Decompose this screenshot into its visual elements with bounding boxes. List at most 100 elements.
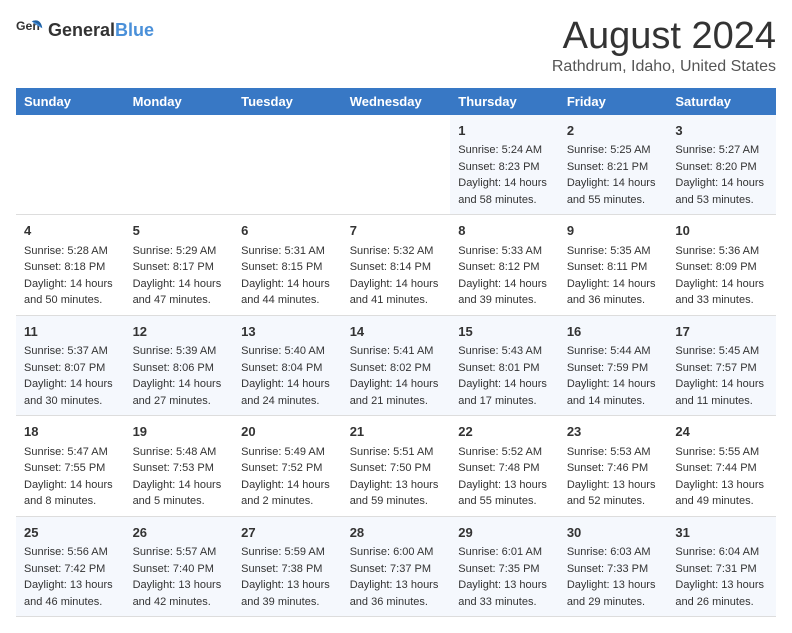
daylight-text: Daylight: 14 hours and 41 minutes.	[350, 278, 439, 307]
week-row-4: 18Sunrise: 5:47 AMSunset: 7:55 PMDayligh…	[16, 416, 776, 517]
logo-text-blue: Blue	[115, 20, 154, 40]
sunset-text: Sunset: 7:59 PM	[567, 362, 648, 374]
day-number: 5	[133, 221, 226, 241]
sunrise-text: Sunrise: 5:59 AM	[241, 546, 325, 558]
daylight-text: Daylight: 14 hours and 36 minutes.	[567, 278, 656, 307]
sunrise-text: Sunrise: 5:35 AM	[567, 245, 651, 257]
day-cell: 25Sunrise: 5:56 AMSunset: 7:42 PMDayligh…	[16, 516, 125, 617]
sunrise-text: Sunrise: 5:49 AM	[241, 446, 325, 458]
sunrise-text: Sunrise: 5:48 AM	[133, 446, 217, 458]
day-cell: 23Sunrise: 5:53 AMSunset: 7:46 PMDayligh…	[559, 416, 668, 517]
sunrise-text: Sunrise: 5:28 AM	[24, 245, 108, 257]
sunrise-text: Sunrise: 5:29 AM	[133, 245, 217, 257]
sunset-text: Sunset: 8:12 PM	[458, 261, 539, 273]
column-header-thursday: Thursday	[450, 88, 559, 115]
day-cell: 16Sunrise: 5:44 AMSunset: 7:59 PMDayligh…	[559, 315, 668, 416]
sunset-text: Sunset: 8:14 PM	[350, 261, 431, 273]
daylight-text: Daylight: 13 hours and 42 minutes.	[133, 579, 222, 608]
logo-text-general: General	[48, 20, 115, 40]
day-number: 20	[241, 422, 334, 442]
day-number: 26	[133, 523, 226, 543]
daylight-text: Daylight: 14 hours and 11 minutes.	[675, 378, 764, 407]
daylight-text: Daylight: 13 hours and 33 minutes.	[458, 579, 547, 608]
sunset-text: Sunset: 7:40 PM	[133, 563, 214, 575]
day-number: 31	[675, 523, 768, 543]
daylight-text: Daylight: 13 hours and 46 minutes.	[24, 579, 113, 608]
daylight-text: Daylight: 13 hours and 59 minutes.	[350, 479, 439, 508]
day-number: 11	[24, 322, 117, 342]
day-cell: 14Sunrise: 5:41 AMSunset: 8:02 PMDayligh…	[342, 315, 451, 416]
column-header-tuesday: Tuesday	[233, 88, 342, 115]
main-title: August 2024	[552, 16, 776, 58]
day-number: 22	[458, 422, 551, 442]
sunset-text: Sunset: 7:48 PM	[458, 462, 539, 474]
week-row-5: 25Sunrise: 5:56 AMSunset: 7:42 PMDayligh…	[16, 516, 776, 617]
day-number: 12	[133, 322, 226, 342]
column-header-friday: Friday	[559, 88, 668, 115]
sunrise-text: Sunrise: 5:25 AM	[567, 144, 651, 156]
sunset-text: Sunset: 8:01 PM	[458, 362, 539, 374]
header-row: SundayMondayTuesdayWednesdayThursdayFrid…	[16, 88, 776, 115]
daylight-text: Daylight: 14 hours and 2 minutes.	[241, 479, 330, 508]
sunrise-text: Sunrise: 6:04 AM	[675, 546, 759, 558]
sunset-text: Sunset: 7:42 PM	[24, 563, 105, 575]
sunset-text: Sunset: 8:21 PM	[567, 161, 648, 173]
day-number: 8	[458, 221, 551, 241]
sunrise-text: Sunrise: 5:39 AM	[133, 345, 217, 357]
sunset-text: Sunset: 7:37 PM	[350, 563, 431, 575]
sunset-text: Sunset: 8:11 PM	[567, 261, 648, 273]
day-number: 25	[24, 523, 117, 543]
sunrise-text: Sunrise: 5:51 AM	[350, 446, 434, 458]
daylight-text: Daylight: 14 hours and 24 minutes.	[241, 378, 330, 407]
sunset-text: Sunset: 8:15 PM	[241, 261, 322, 273]
day-number: 29	[458, 523, 551, 543]
day-number: 30	[567, 523, 660, 543]
daylight-text: Daylight: 14 hours and 55 minutes.	[567, 177, 656, 206]
column-header-monday: Monday	[125, 88, 234, 115]
sunrise-text: Sunrise: 5:57 AM	[133, 546, 217, 558]
day-cell	[125, 115, 234, 215]
day-cell	[233, 115, 342, 215]
week-row-2: 4Sunrise: 5:28 AMSunset: 8:18 PMDaylight…	[16, 215, 776, 316]
day-number: 18	[24, 422, 117, 442]
page-header: Gen GeneralBlue August 2024 Rathdrum, Id…	[16, 16, 776, 76]
day-cell: 1Sunrise: 5:24 AMSunset: 8:23 PMDaylight…	[450, 115, 559, 215]
sunrise-text: Sunrise: 5:43 AM	[458, 345, 542, 357]
daylight-text: Daylight: 14 hours and 5 minutes.	[133, 479, 222, 508]
sunrise-text: Sunrise: 5:45 AM	[675, 345, 759, 357]
day-cell: 21Sunrise: 5:51 AMSunset: 7:50 PMDayligh…	[342, 416, 451, 517]
day-cell: 31Sunrise: 6:04 AMSunset: 7:31 PMDayligh…	[667, 516, 776, 617]
sunset-text: Sunset: 8:18 PM	[24, 261, 105, 273]
day-cell: 22Sunrise: 5:52 AMSunset: 7:48 PMDayligh…	[450, 416, 559, 517]
day-cell: 27Sunrise: 5:59 AMSunset: 7:38 PMDayligh…	[233, 516, 342, 617]
sunset-text: Sunset: 8:06 PM	[133, 362, 214, 374]
day-cell: 18Sunrise: 5:47 AMSunset: 7:55 PMDayligh…	[16, 416, 125, 517]
week-row-3: 11Sunrise: 5:37 AMSunset: 8:07 PMDayligh…	[16, 315, 776, 416]
sunrise-text: Sunrise: 6:03 AM	[567, 546, 651, 558]
day-cell	[342, 115, 451, 215]
day-number: 27	[241, 523, 334, 543]
day-number: 19	[133, 422, 226, 442]
sunset-text: Sunset: 7:46 PM	[567, 462, 648, 474]
day-cell: 4Sunrise: 5:28 AMSunset: 8:18 PMDaylight…	[16, 215, 125, 316]
daylight-text: Daylight: 14 hours and 21 minutes.	[350, 378, 439, 407]
day-number: 21	[350, 422, 443, 442]
daylight-text: Daylight: 14 hours and 44 minutes.	[241, 278, 330, 307]
subtitle: Rathdrum, Idaho, United States	[552, 58, 776, 76]
day-cell: 17Sunrise: 5:45 AMSunset: 7:57 PMDayligh…	[667, 315, 776, 416]
day-cell: 19Sunrise: 5:48 AMSunset: 7:53 PMDayligh…	[125, 416, 234, 517]
daylight-text: Daylight: 14 hours and 47 minutes.	[133, 278, 222, 307]
sunrise-text: Sunrise: 5:24 AM	[458, 144, 542, 156]
title-block: August 2024 Rathdrum, Idaho, United Stat…	[552, 16, 776, 76]
sunrise-text: Sunrise: 6:00 AM	[350, 546, 434, 558]
day-cell: 30Sunrise: 6:03 AMSunset: 7:33 PMDayligh…	[559, 516, 668, 617]
sunset-text: Sunset: 8:23 PM	[458, 161, 539, 173]
day-number: 16	[567, 322, 660, 342]
day-number: 14	[350, 322, 443, 342]
day-number: 3	[675, 121, 768, 141]
sunset-text: Sunset: 8:09 PM	[675, 261, 756, 273]
day-number: 15	[458, 322, 551, 342]
sunrise-text: Sunrise: 5:55 AM	[675, 446, 759, 458]
sunrise-text: Sunrise: 5:27 AM	[675, 144, 759, 156]
day-cell: 12Sunrise: 5:39 AMSunset: 8:06 PMDayligh…	[125, 315, 234, 416]
